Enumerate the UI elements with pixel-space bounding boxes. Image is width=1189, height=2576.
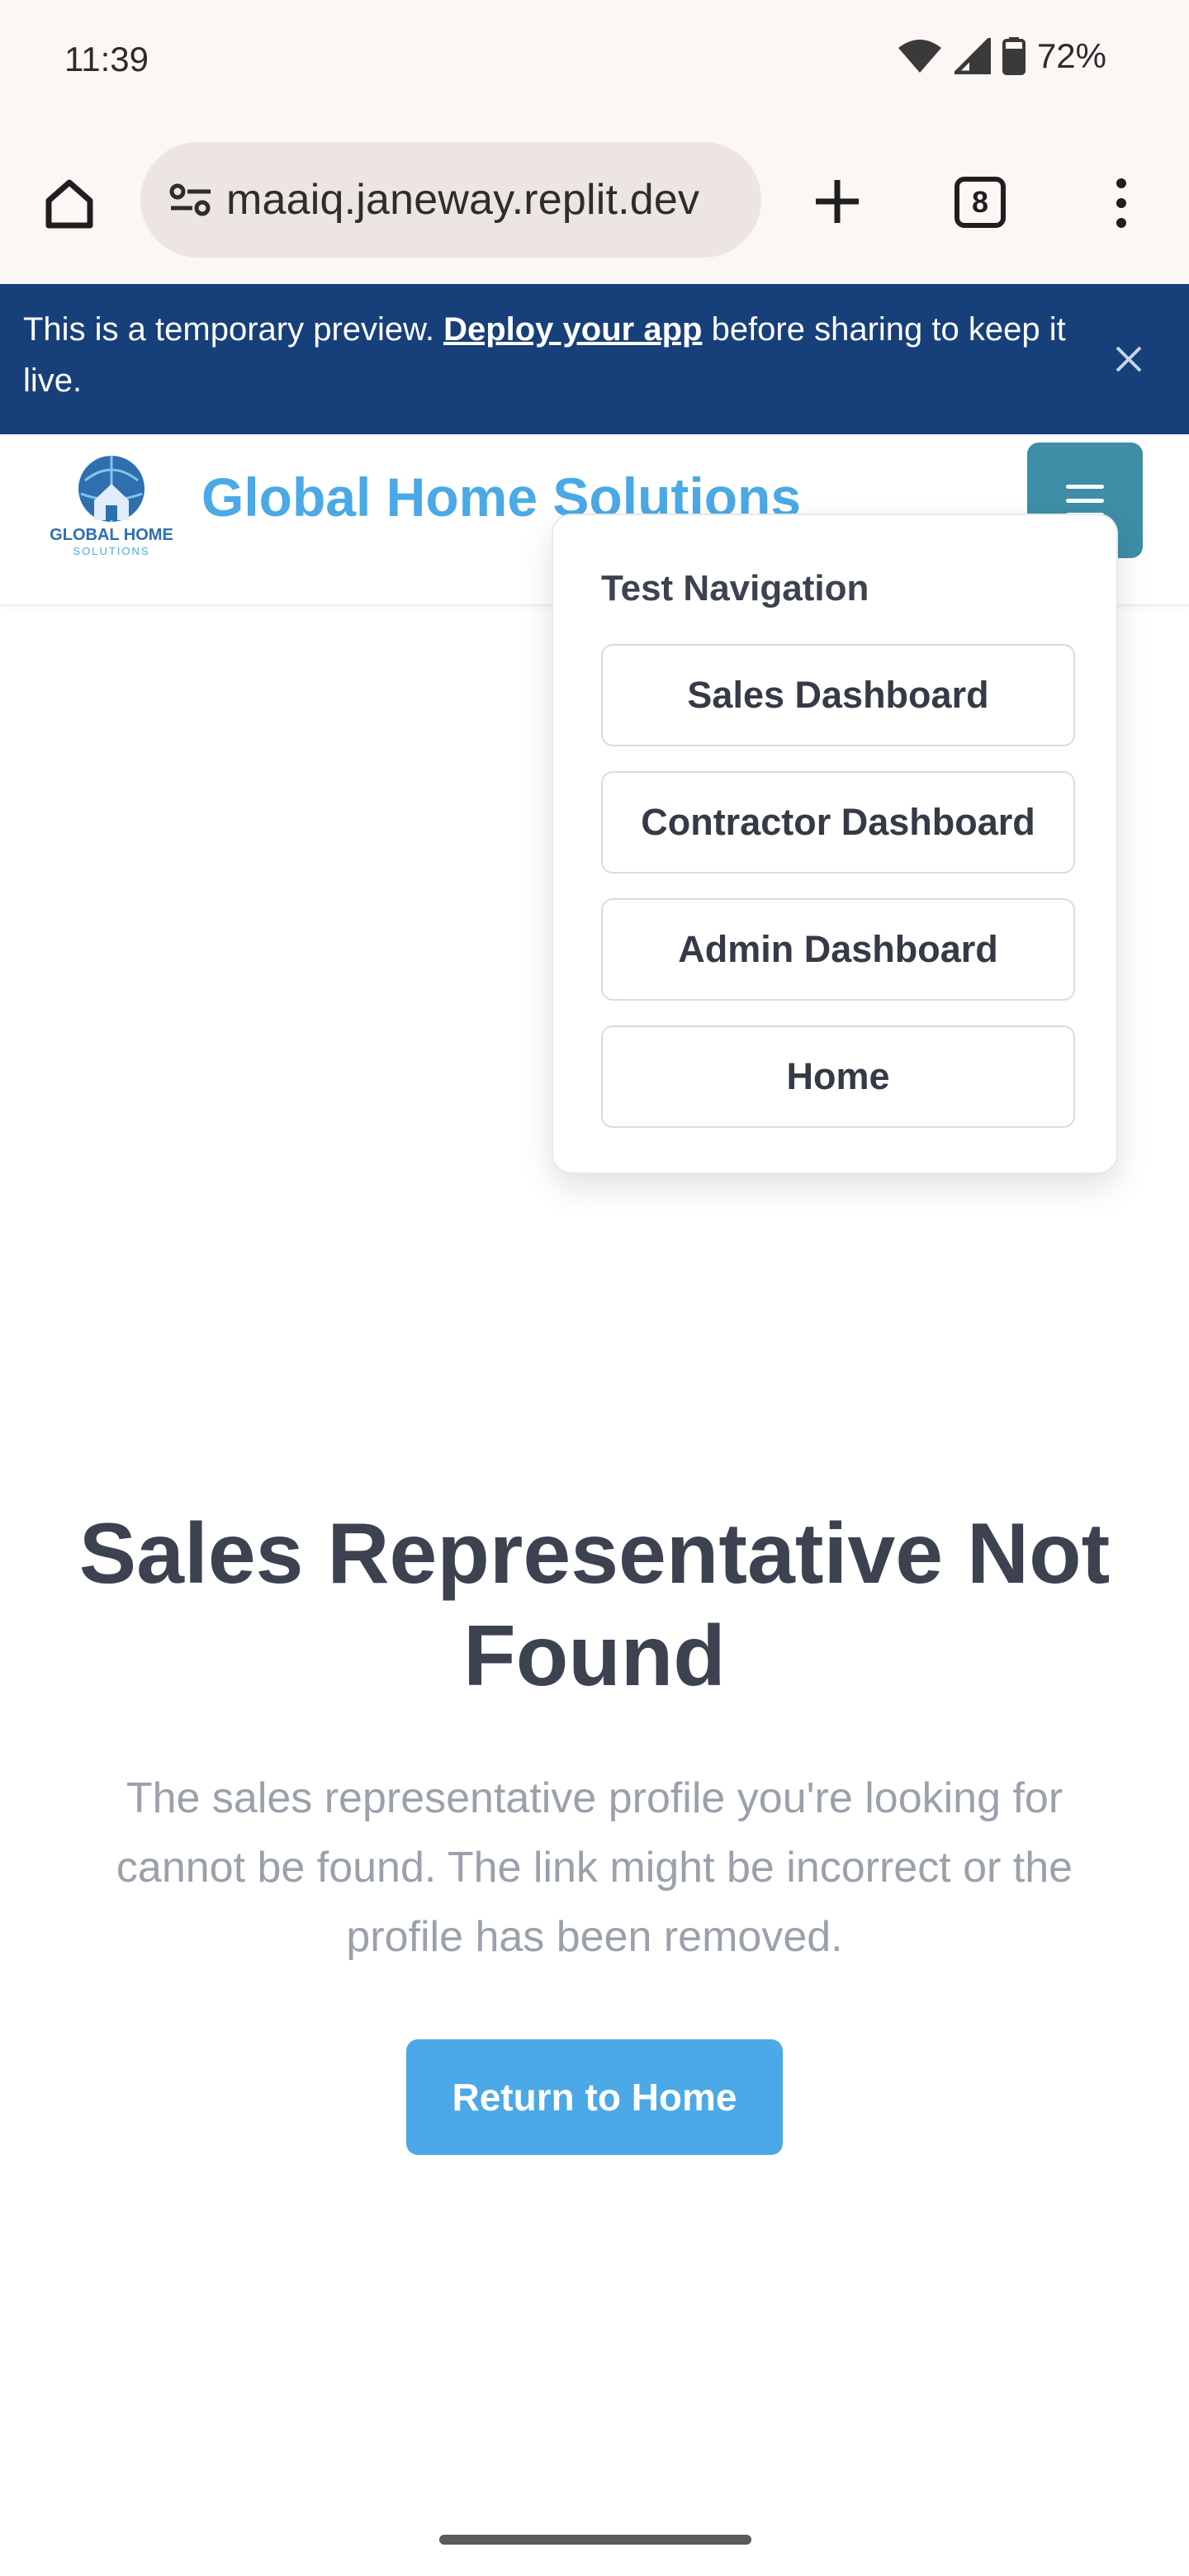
svg-text:SOLUTIONS: SOLUTIONS <box>73 545 149 557</box>
browser-toolbar: maaiq.janeway.replit.dev 8 <box>0 119 1189 284</box>
tab-switcher-icon[interactable]: 8 <box>955 177 1006 228</box>
url-text[interactable]: maaiq.janeway.replit.dev <box>226 175 699 225</box>
preview-banner: This is a temporary preview. Deploy your… <box>0 284 1189 434</box>
page-title: Sales Representative Not Found <box>78 1506 1111 1704</box>
gesture-home-indicator[interactable] <box>439 2535 751 2545</box>
close-icon[interactable] <box>1108 339 1149 380</box>
status-time: 11:39 <box>64 40 149 78</box>
brand-logo[interactable]: GLOBAL HOME SOLUTIONS <box>48 451 175 566</box>
svg-text:GLOBAL HOME: GLOBAL HOME <box>50 526 173 544</box>
home-button[interactable]: Home <box>601 1025 1075 1128</box>
battery-icon <box>1002 37 1026 75</box>
status-icons: 72% <box>897 36 1106 76</box>
new-tab-icon[interactable] <box>803 167 872 236</box>
site-settings-icon[interactable] <box>162 182 220 218</box>
deploy-app-link[interactable]: Deploy your app <box>443 311 702 348</box>
dropdown-title: Test Navigation <box>601 568 869 608</box>
banner-message: This is a temporary preview. Deploy your… <box>23 304 1088 406</box>
home-icon[interactable] <box>36 170 102 236</box>
contractor-dashboard-button[interactable]: Contractor Dashboard <box>601 771 1075 874</box>
sales-dashboard-button[interactable]: Sales Dashboard <box>601 644 1075 746</box>
wifi-icon <box>897 38 943 74</box>
url-bar[interactable]: maaiq.janeway.replit.dev <box>140 142 761 258</box>
test-navigation-dropdown: Test Navigation Sales Dashboard Contract… <box>552 514 1118 1174</box>
battery-percent: 72% <box>1036 36 1106 75</box>
admin-dashboard-button[interactable]: Admin Dashboard <box>601 898 1075 1001</box>
page-description: The sales representative profile you're … <box>116 1774 1073 1961</box>
return-home-button[interactable]: Return to Home <box>406 2039 783 2155</box>
status-bar: 11:39 72% <box>0 0 1189 119</box>
tab-count: 8 <box>971 185 989 219</box>
more-options-icon[interactable] <box>1098 170 1144 236</box>
signal-icon <box>954 38 991 74</box>
banner-text-before: This is a temporary preview. <box>23 311 444 348</box>
hamburger-icon <box>1066 484 1104 489</box>
